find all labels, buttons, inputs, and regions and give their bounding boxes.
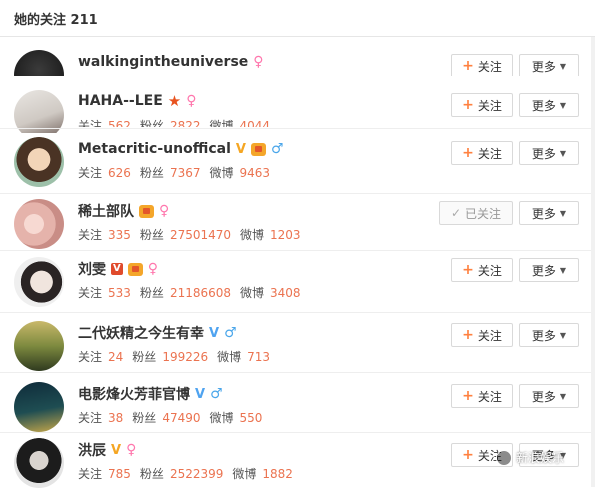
check-icon: ✓: [450, 206, 462, 220]
followed-button[interactable]: ✓ 已关注: [439, 201, 513, 225]
caret-down-icon: ▼: [559, 148, 567, 158]
verified-v-icon: V: [111, 442, 122, 458]
user-stats: 关注 626 粉丝 7367 微博 9463: [78, 166, 271, 180]
divider: [0, 128, 595, 129]
list-item: 二代妖精之今生有幸 V ♂ 关注 24 粉丝 199226 微博 713 + 关注 更…: [0, 317, 595, 377]
follow-button[interactable]: + 关注: [451, 323, 513, 347]
verified-v-icon: V: [209, 325, 220, 341]
user-name[interactable]: Metacritic-unoffical: [78, 141, 231, 157]
caret-down-icon: ▼: [559, 265, 567, 275]
follow-button[interactable]: + 关注: [451, 141, 513, 165]
female-icon: ♀: [159, 203, 170, 219]
follow-button[interactable]: + 关注: [451, 54, 513, 78]
user-name[interactable]: 二代妖精之今生有幸: [78, 323, 204, 343]
watermark: 新浪娱乐: [496, 449, 564, 466]
user-stats: 关注 562 粉丝 2822 微博 4044: [78, 119, 271, 127]
plus-icon: +: [462, 145, 474, 161]
caret-down-icon: ▼: [559, 100, 567, 110]
caret-down-icon: ▼: [559, 61, 567, 71]
page-header: 她的关注 211: [0, 0, 595, 37]
divider: [0, 312, 595, 313]
gift-icon: [139, 204, 154, 218]
male-icon: ♂: [224, 325, 237, 341]
plus-icon: +: [462, 262, 474, 278]
star-icon: ★: [167, 91, 182, 110]
user-stats: 关注 335 粉丝 27501470 微博 1203: [78, 228, 301, 242]
avatar[interactable]: [14, 137, 64, 187]
more-button[interactable]: 更多 ▼: [519, 258, 579, 282]
avatar[interactable]: [14, 199, 64, 249]
list-item: 稀土部队 ♀ 关注 335 粉丝 27501470 微博 1203 ✓ 已关注 更多 …: [0, 195, 595, 255]
more-button[interactable]: 更多 ▼: [519, 201, 579, 225]
user-stats: 关注 785 粉丝 2522399 微博 1882: [78, 467, 293, 481]
user-name[interactable]: 稀土部队: [78, 201, 134, 221]
caret-down-icon: ▼: [559, 208, 567, 218]
divider: [0, 372, 595, 373]
user-name[interactable]: 刘雯: [78, 259, 106, 279]
gift-icon: [127, 262, 143, 276]
scrollbar-track[interactable]: [591, 37, 595, 487]
divider: [0, 432, 595, 433]
female-icon: ♀: [126, 442, 137, 458]
more-button[interactable]: 更多 ▼: [519, 323, 579, 347]
avatar[interactable]: [14, 321, 64, 371]
list-item: HAHA--LEE ★ ♀ 关注 562 粉丝 2822 微博 4044 + 关注 更…: [0, 76, 595, 140]
user-stats: 关注 24 粉丝 199226 微博 713: [78, 350, 271, 364]
watermark-text: 新浪娱乐: [516, 451, 565, 465]
plus-icon: +: [462, 447, 474, 463]
avatar[interactable]: [14, 438, 64, 488]
gift-icon: [250, 142, 266, 156]
list-item: 刘雯 V ♀ 关注 533 粉丝 21186608 微博 3408 + 关注 更多 ▼: [0, 253, 595, 313]
plus-icon: +: [462, 388, 474, 404]
female-icon: ♀: [253, 54, 264, 70]
caret-down-icon: ▼: [559, 391, 567, 401]
verified-v-icon: V: [111, 263, 123, 275]
divider: [0, 250, 595, 251]
user-name[interactable]: HAHA--LEE: [78, 93, 163, 109]
female-icon: ♀: [147, 261, 159, 277]
more-button[interactable]: 更多 ▼: [519, 54, 579, 78]
caret-down-icon: ▼: [559, 330, 567, 340]
more-button[interactable]: 更多 ▼: [519, 141, 579, 165]
plus-icon: +: [462, 58, 474, 74]
more-button[interactable]: 更多 ▼: [519, 384, 579, 408]
more-button[interactable]: 更多 ▼: [519, 93, 579, 117]
divider: [0, 193, 595, 194]
page-title: 她的关注 211: [14, 13, 98, 28]
user-stats: 关注 38 粉丝 47490 微博 550: [78, 411, 263, 425]
user-name[interactable]: 电影烽火芳菲官博: [78, 384, 190, 404]
female-icon: ♀: [186, 93, 197, 109]
male-icon: ♂: [210, 386, 223, 402]
verified-v-icon: V: [235, 141, 246, 157]
male-icon: ♂: [270, 141, 284, 157]
avatar[interactable]: [14, 382, 64, 432]
user-name[interactable]: walkingintheuniverse: [78, 54, 248, 70]
user-name[interactable]: 洪辰: [78, 440, 106, 460]
avatar[interactable]: [14, 257, 64, 307]
follow-button[interactable]: + 关注: [451, 93, 513, 117]
follow-button[interactable]: + 关注: [451, 258, 513, 282]
list-item: Metacritic-unoffical V ♂ 关注 626 粉丝 7367 微博…: [0, 133, 595, 193]
plus-icon: +: [462, 97, 474, 113]
verified-v-icon: V: [195, 386, 206, 402]
weibo-logo-icon: [496, 449, 512, 466]
follow-button[interactable]: + 关注: [451, 384, 513, 408]
user-stats: 关注 533 粉丝 21186608 微博 3408: [78, 286, 301, 300]
list-item: 电影烽火芳菲官博 V ♂ 关注 38 粉丝 47490 微博 550 + 关注 更多 …: [0, 378, 595, 438]
plus-icon: +: [462, 327, 474, 343]
